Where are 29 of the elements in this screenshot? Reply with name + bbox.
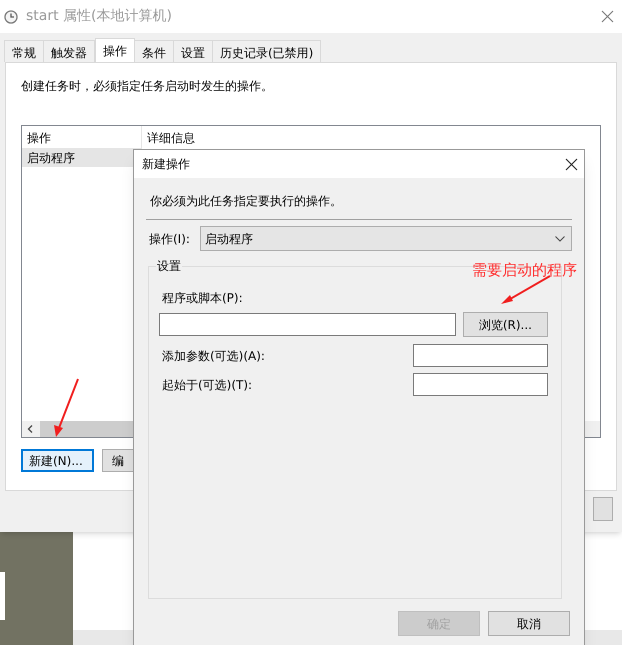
- window-title: start 属性(本地计算机): [26, 7, 172, 26]
- close-icon[interactable]: [565, 158, 578, 170]
- arguments-label: 添加参数(可选)(A):: [161, 348, 265, 364]
- start-in-input-field[interactable]: [413, 373, 548, 396]
- dialog-title: 新建操作: [142, 156, 190, 173]
- arguments-input-field[interactable]: [413, 344, 548, 367]
- annotation-text: 需要启动的程序: [472, 260, 577, 281]
- list-row[interactable]: 启动程序: [22, 148, 142, 167]
- column-header[interactable]: 详细信息: [142, 126, 195, 148]
- chevron-down-icon: [555, 236, 565, 242]
- program-input-field[interactable]: [159, 313, 456, 336]
- action-label: 操作(I):: [148, 230, 191, 248]
- tab[interactable]: 操作: [95, 38, 135, 63]
- instruction-text: 你必须为此任务指定要执行的操作。: [149, 193, 343, 210]
- description-text: 创建任务时，必须指定任务启动时发生的操作。: [21, 78, 274, 95]
- tab[interactable]: 历史记录(已禁用): [212, 40, 322, 62]
- scroll-left-icon[interactable]: [27, 425, 33, 433]
- tab[interactable]: 常规: [4, 40, 44, 62]
- browse-button[interactable]: 浏览(R)...: [462, 312, 548, 337]
- new-button[interactable]: 新建(N)...: [21, 449, 94, 472]
- tab[interactable]: 触发器: [43, 40, 95, 62]
- annotation-arrow: [52, 378, 80, 438]
- action-dropdown[interactable]: 启动程序: [200, 226, 572, 251]
- program-label: 程序或脚本(P):: [161, 290, 244, 307]
- cancel-button[interactable]: 取消: [488, 611, 570, 636]
- clock-icon: [4, 10, 18, 24]
- start-in-label: 起始于(可选)(T):: [161, 376, 252, 394]
- tab[interactable]: 条件: [134, 40, 174, 62]
- group-title: 设置: [156, 258, 182, 274]
